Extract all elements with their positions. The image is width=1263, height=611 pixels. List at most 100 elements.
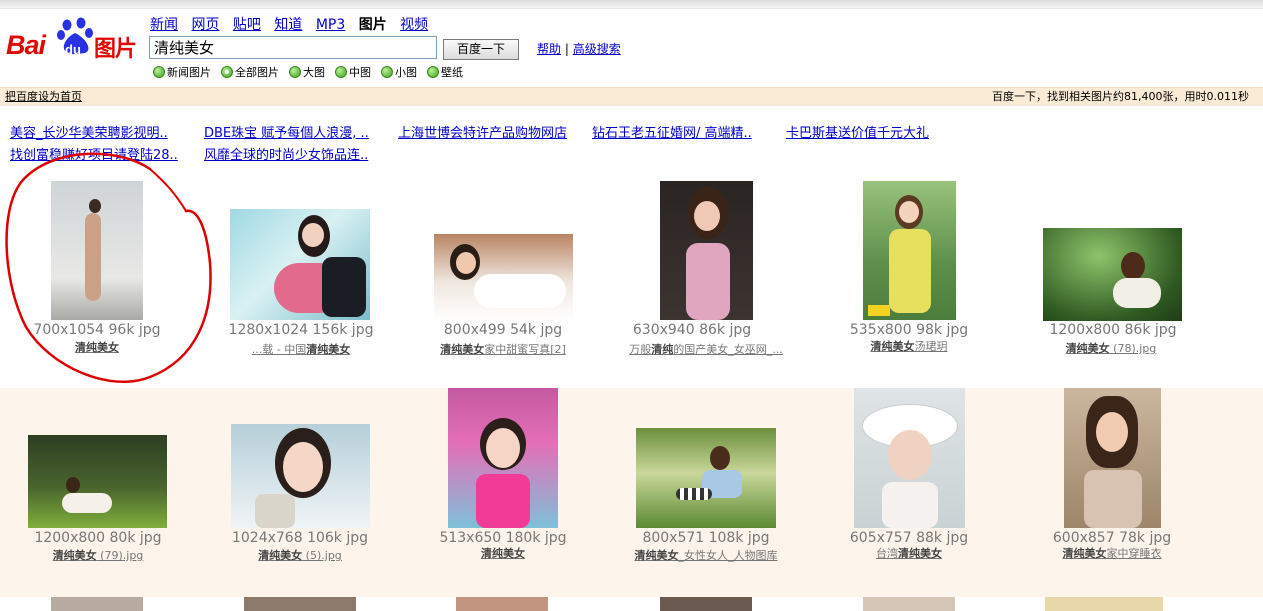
image-meta: 605x757 88k jpg (849, 530, 969, 546)
radio-button-icon[interactable] (289, 66, 301, 78)
image-thumbnail[interactable] (28, 435, 167, 528)
image-meta: 1200x800 86k jpg (1049, 322, 1177, 338)
image-thumbnail-partial[interactable] (660, 597, 752, 611)
image-thumbnail[interactable] (1064, 388, 1161, 528)
nav-tieba[interactable]: 贴吧 (233, 17, 261, 33)
nav-news[interactable]: 新闻 (150, 17, 178, 33)
image-meta: 1280x1024 156k jpg (228, 322, 374, 338)
nav-web[interactable]: 网页 (191, 17, 219, 33)
radio-button-icon[interactable] (221, 66, 233, 78)
image-thumbnail[interactable] (448, 388, 558, 528)
ad-link[interactable]: 钻石王老五征婚网/ 高端精.. (592, 122, 752, 141)
image-meta: 535x800 98k jpg (849, 322, 969, 338)
caption-suffix: (79).jpg (96, 549, 144, 562)
result-info-bar: 把百度设为首页 百度一下，找到相关图片约81,400张，用时0.011秒 (0, 87, 1263, 106)
filter-all-images[interactable]: 全部图片 (221, 64, 279, 80)
image-thumbnail[interactable] (230, 209, 370, 320)
ad-link[interactable]: 上海世博会特许产品购物网店 (398, 122, 567, 141)
image-meta: 800x571 108k jpg (642, 530, 770, 546)
image-caption[interactable]: 清纯美女家中穿睡衣 (1007, 545, 1217, 561)
nav-mp3[interactable]: MP3 (316, 17, 345, 33)
caption-keyword: 清纯美女 (634, 549, 679, 562)
ad-link[interactable]: 风靡全球的时尚少女饰品连.. (204, 144, 368, 163)
help-link[interactable]: 帮助 (537, 42, 561, 56)
image-caption[interactable]: 万般清纯的国产美女_女巫网_... (601, 341, 811, 357)
radio-button-icon[interactable] (381, 66, 393, 78)
radio-button-icon[interactable] (427, 66, 439, 78)
image-meta: 700x1054 96k jpg (33, 322, 161, 338)
image-thumbnail-partial[interactable] (863, 597, 955, 611)
image-caption[interactable]: 清纯美女 (5).jpg (195, 547, 405, 563)
image-thumbnail[interactable] (854, 388, 965, 528)
image-meta: 630x940 86k jpg (632, 322, 752, 338)
image-caption[interactable]: ...载 - 中国清纯美女 (196, 341, 406, 357)
filter-label: 全部图片 (235, 66, 279, 79)
browser-top-strip (0, 0, 1263, 9)
caption-suffix: 的国产美女_女巫网_... (673, 343, 783, 356)
product-nav: 新闻 网页 贴吧 知道 MP3 图片 视频 (150, 14, 437, 34)
image-caption[interactable]: 清纯美女 (398, 545, 608, 561)
search-button[interactable]: 百度一下 (443, 39, 519, 60)
radio-button-icon[interactable] (153, 66, 165, 78)
image-thumbnail[interactable] (434, 234, 573, 320)
image-caption[interactable]: 清纯美女 (78).jpg (1006, 340, 1216, 356)
image-thumbnail-partial[interactable] (1045, 597, 1163, 611)
image-meta: 1200x800 80k jpg (34, 530, 162, 546)
image-thumbnail-partial[interactable] (244, 597, 356, 611)
image-caption[interactable]: 清纯美女家中甜蜜写真[2] (398, 341, 608, 357)
caption-prefix: 台湾 (876, 547, 898, 560)
image-caption[interactable]: 清纯美女 (0, 339, 202, 355)
filter-wallpaper[interactable]: 壁纸 (427, 64, 463, 80)
image-caption[interactable]: 台湾清纯美女 (804, 545, 1014, 561)
help-links: 帮助 | 高级搜索 (537, 40, 621, 57)
image-caption[interactable]: 清纯美女汤珺玥 (804, 338, 1014, 354)
nav-zhidao[interactable]: 知道 (274, 17, 302, 33)
nav-images-current: 图片 (358, 17, 387, 33)
image-caption[interactable]: 清纯美女_女性女人_人物图库 (601, 547, 811, 563)
image-thumbnail-partial[interactable] (456, 597, 548, 611)
ad-link[interactable]: 找创富稳赚好项目请登陆28.. (10, 144, 178, 163)
caption-keyword: 清纯美女 (481, 547, 525, 560)
advanced-search-link[interactable]: 高级搜索 (573, 42, 621, 56)
caption-keyword: 清纯美女 (870, 340, 915, 353)
image-meta: 1024x768 106k jpg (231, 530, 369, 546)
image-thumbnail[interactable] (660, 181, 753, 320)
filter-small[interactable]: 小图 (381, 64, 417, 80)
filter-label: 中图 (349, 66, 371, 79)
image-thumbnail[interactable] (1043, 228, 1182, 321)
ad-link[interactable]: DBE珠宝 赋予每個人浪漫, .. (204, 122, 369, 141)
caption-keyword: 清纯美女 (1062, 547, 1107, 560)
caption-suffix: (5).jpg (302, 549, 342, 562)
caption-keyword: 清纯美女 (306, 343, 351, 356)
nav-video[interactable]: 视频 (400, 17, 428, 33)
filter-news-images[interactable]: 新闻图片 (153, 64, 211, 80)
search-input[interactable] (149, 36, 437, 59)
logo-bai-text: Bai (6, 30, 46, 60)
filter-label: 新闻图片 (167, 66, 211, 79)
help-separator: | (564, 42, 569, 56)
ad-link[interactable]: 卡巴斯基送价值千元大礼 (786, 122, 929, 141)
image-caption[interactable]: 清纯美女 (79).jpg (0, 547, 203, 563)
image-thumbnail[interactable] (231, 424, 370, 528)
set-homepage-link[interactable]: 把百度设为首页 (5, 88, 82, 105)
filter-medium[interactable]: 中图 (335, 64, 371, 80)
caption-keyword: 清纯美女 (1065, 342, 1110, 355)
radio-button-icon[interactable] (335, 66, 347, 78)
caption-keyword: 清纯 (651, 343, 674, 356)
image-meta: 800x499 54k jpg (443, 322, 563, 338)
ad-link[interactable]: 美容_长沙华美荣聘影视明.. (10, 122, 168, 141)
image-thumbnail[interactable] (51, 181, 143, 320)
caption-prefix: 万般 (629, 343, 652, 356)
result-count: 百度一下，找到相关图片约81,400张，用时0.011秒 (992, 90, 1249, 103)
baidu-logo[interactable]: Bai du 图片 (6, 16, 142, 64)
caption-prefix: ...载 - 中国 (251, 343, 307, 356)
image-thumbnail-partial[interactable] (51, 597, 143, 611)
filter-large[interactable]: 大图 (289, 64, 325, 80)
logo-du-text: du (65, 42, 81, 57)
image-thumbnail[interactable] (863, 181, 956, 320)
filter-label: 小图 (395, 66, 417, 79)
image-thumbnail[interactable] (636, 428, 776, 528)
caption-keyword: 清纯美女 (898, 547, 942, 560)
caption-suffix: 汤珺玥 (914, 340, 948, 353)
caption-suffix: _女性女人_人物图库 (678, 549, 778, 562)
